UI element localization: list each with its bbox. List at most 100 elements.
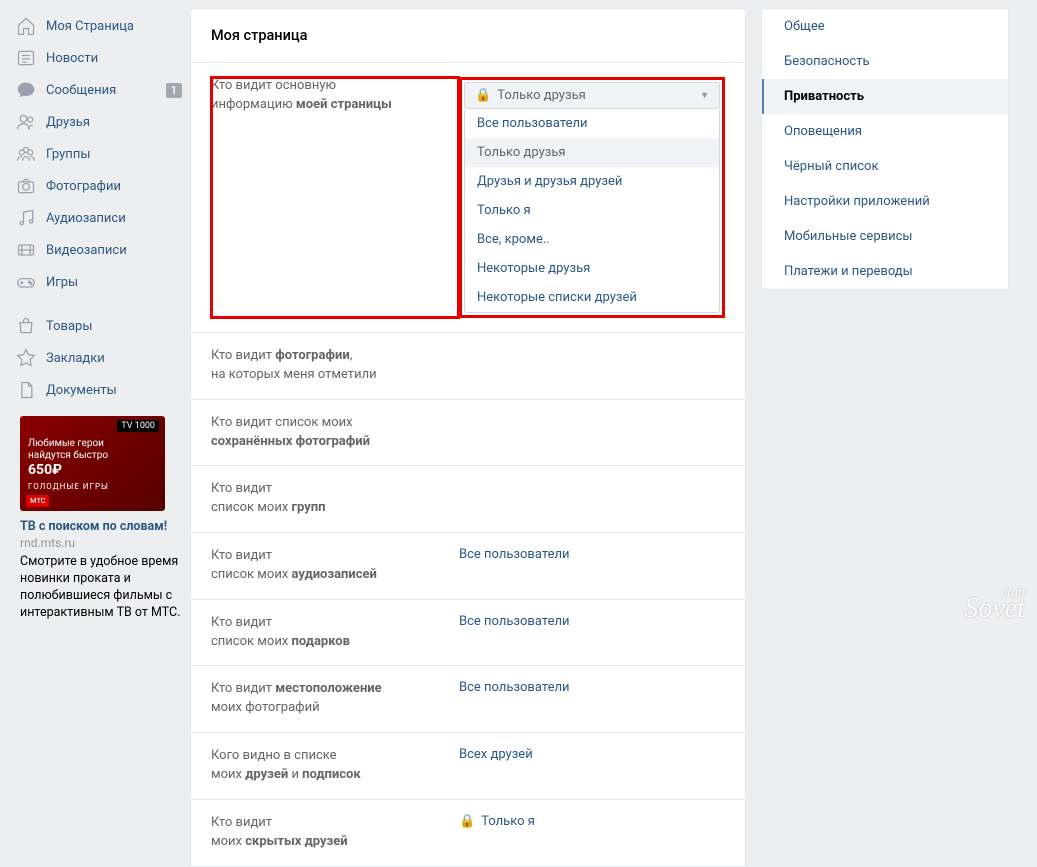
nav-label: Фотографии <box>46 179 182 194</box>
privacy-setting-row: Кто видит местоположениемоих фотографийВ… <box>191 666 745 733</box>
nav-groups[interactable]: Группы <box>8 138 190 170</box>
dropdown-highlight: 🔒Только друзья▼Все пользователиТолько др… <box>459 77 725 318</box>
nav-badge: 1 <box>166 83 182 98</box>
setting-value-text: Все пользователи <box>459 547 570 562</box>
setting-label: Кто видит фотографии,на которых меня отм… <box>211 347 459 385</box>
nav-label: Новости <box>46 51 182 66</box>
ad-domain: rnd.mts.ru <box>20 536 182 550</box>
nav-label: Документы <box>46 383 182 398</box>
left-sidebar: Моя Страница Новости Сообщения 1 Друзья … <box>0 0 190 867</box>
setting-value[interactable]: Все пользователи <box>459 614 725 652</box>
video-icon <box>16 240 36 260</box>
dropdown-selected: Только друзья <box>497 88 586 103</box>
setting-value[interactable]: 🔒Только друзья▼Все пользователиТолько др… <box>459 77 725 318</box>
setting-value[interactable] <box>459 414 725 452</box>
setting-label: Кого видно в спискемоих друзей и подписо… <box>211 747 459 785</box>
document-icon <box>16 380 36 400</box>
nav-label: Аудиозаписи <box>46 211 182 226</box>
caret-down-icon: ▼ <box>700 90 709 101</box>
dropdown-option[interactable]: Все, кроме.. <box>465 225 719 254</box>
setting-label: Кто видитсписок моих аудиозаписей <box>211 547 459 585</box>
settings-panel: Моя страница Кто видит основнуюинформаци… <box>190 8 746 867</box>
dropdown-option[interactable]: Некоторые списки друзей <box>465 283 719 312</box>
setting-value[interactable] <box>459 480 725 518</box>
ad-tv-badge: TV 1000 <box>117 420 159 432</box>
nav-label: Группы <box>46 147 182 162</box>
home-icon <box>16 16 36 36</box>
friends-icon <box>16 112 36 132</box>
settings-nav-item[interactable]: Безопасность <box>762 44 1008 79</box>
setting-value-text: Всех друзей <box>459 747 533 762</box>
settings-nav: ОбщееБезопасностьПриватностьОповещенияЧё… <box>761 8 1009 290</box>
dropdown-option[interactable]: Только друзья <box>465 138 719 167</box>
nav-games[interactable]: Игры <box>8 266 190 298</box>
setting-value[interactable]: Всех друзей <box>459 747 725 785</box>
settings-nav-item[interactable]: Приватность <box>762 79 1008 114</box>
ad-block[interactable]: TV 1000 Любимые герои найдутся быстро 65… <box>20 416 182 622</box>
bag-icon <box>16 316 36 336</box>
ad-line1: Любимые герои <box>28 438 108 450</box>
setting-value[interactable]: Все пользователи <box>459 680 725 718</box>
nav-audio[interactable]: Аудиозаписи <box>8 202 190 234</box>
setting-label: Кто видитсписок моих подарков <box>211 614 459 652</box>
setting-label: Кто видит местоположениемоих фотографий <box>211 680 459 718</box>
nav-video[interactable]: Видеозаписи <box>8 234 190 266</box>
ad-line2: найдутся быстро <box>28 450 108 462</box>
lock-icon: 🔒 <box>475 88 491 103</box>
setting-label: Кто видитсписок моих групп <box>211 480 459 518</box>
dropdown-option[interactable]: Только я <box>465 196 719 225</box>
settings-nav-item[interactable]: Оповещения <box>762 114 1008 149</box>
groups-icon <box>16 144 36 164</box>
setting-label: Кто видит список моихсохранённых фотогра… <box>211 414 459 452</box>
nav-photos[interactable]: Фотографии <box>8 170 190 202</box>
nav-label: Моя Страница <box>46 19 182 34</box>
nav-docs[interactable]: Документы <box>8 374 190 406</box>
dropdown-option[interactable]: Друзья и друзья друзей <box>465 167 719 196</box>
settings-nav-item[interactable]: Платежи и переводы <box>762 254 1008 289</box>
privacy-setting-row: Кто видит основнуюинформацию моей страни… <box>191 63 745 333</box>
nav-list-main: Моя Страница Новости Сообщения 1 Друзья … <box>8 10 190 298</box>
nav-label: Видеозаписи <box>46 243 182 258</box>
ad-image: TV 1000 Любимые герои найдутся быстро 65… <box>20 416 165 511</box>
privacy-setting-row: Кого видно в спискемоих друзей и подписо… <box>191 733 745 800</box>
ad-description: Смотрите в удобное время новинки проката… <box>20 554 182 622</box>
settings-nav-item[interactable]: Чёрный список <box>762 149 1008 184</box>
nav-messages[interactable]: Сообщения 1 <box>8 74 190 106</box>
setting-label: Кто видит основнуюинформацию моей страни… <box>211 77 459 318</box>
nav-market[interactable]: Товары <box>8 310 190 342</box>
privacy-setting-row: Кто видит фотографии,на которых меня отм… <box>191 333 745 400</box>
settings-nav-item[interactable]: Мобильные сервисы <box>762 219 1008 254</box>
nav-news[interactable]: Новости <box>8 42 190 74</box>
ad-movie-title: ГОЛОДНЫЕ ИГРЫ <box>28 482 109 491</box>
nav-label: Игры <box>46 275 182 290</box>
dropdown-list: Все пользователиТолько друзьяДрузья и др… <box>464 109 720 313</box>
nav-my-page[interactable]: Моя Страница <box>8 10 190 42</box>
games-icon <box>16 272 36 292</box>
settings-nav-item[interactable]: Настройки приложений <box>762 184 1008 219</box>
settings-nav-item[interactable]: Общее <box>762 9 1008 44</box>
setting-value[interactable] <box>459 347 725 385</box>
dropdown-option[interactable]: Все пользователи <box>465 109 719 138</box>
messages-icon <box>16 80 36 100</box>
privacy-dropdown[interactable]: 🔒 Только друзья ▼ <box>464 82 720 109</box>
privacy-setting-row: Кто видитмоих скрытых друзей🔒Только я <box>191 800 745 866</box>
setting-value-text: Только я <box>481 814 535 829</box>
setting-value-text: Все пользователи <box>459 680 570 695</box>
nav-label: Товары <box>46 319 182 334</box>
nav-friends[interactable]: Друзья <box>8 106 190 138</box>
setting-value[interactable]: Все пользователи <box>459 547 725 585</box>
page-title: Моя страница <box>191 9 745 63</box>
nav-list-secondary: Товары Закладки Документы <box>8 310 190 406</box>
setting-value[interactable]: 🔒Только я <box>459 814 725 852</box>
dropdown-option[interactable]: Некоторые друзья <box>465 254 719 283</box>
setting-value-text: Все пользователи <box>459 614 570 629</box>
privacy-setting-row: Кто видитсписок моих подарковВсе пользов… <box>191 600 745 667</box>
nav-bookmarks[interactable]: Закладки <box>8 342 190 374</box>
star-icon <box>16 348 36 368</box>
ad-title: ТВ с поиском по словам! <box>20 519 182 534</box>
nav-label: Закладки <box>46 351 182 366</box>
ad-price: 650₽ <box>28 462 108 479</box>
privacy-setting-row: Кто видитсписок моих аудиозаписейВсе пол… <box>191 533 745 600</box>
news-icon <box>16 48 36 68</box>
nav-label: Друзья <box>46 115 182 130</box>
